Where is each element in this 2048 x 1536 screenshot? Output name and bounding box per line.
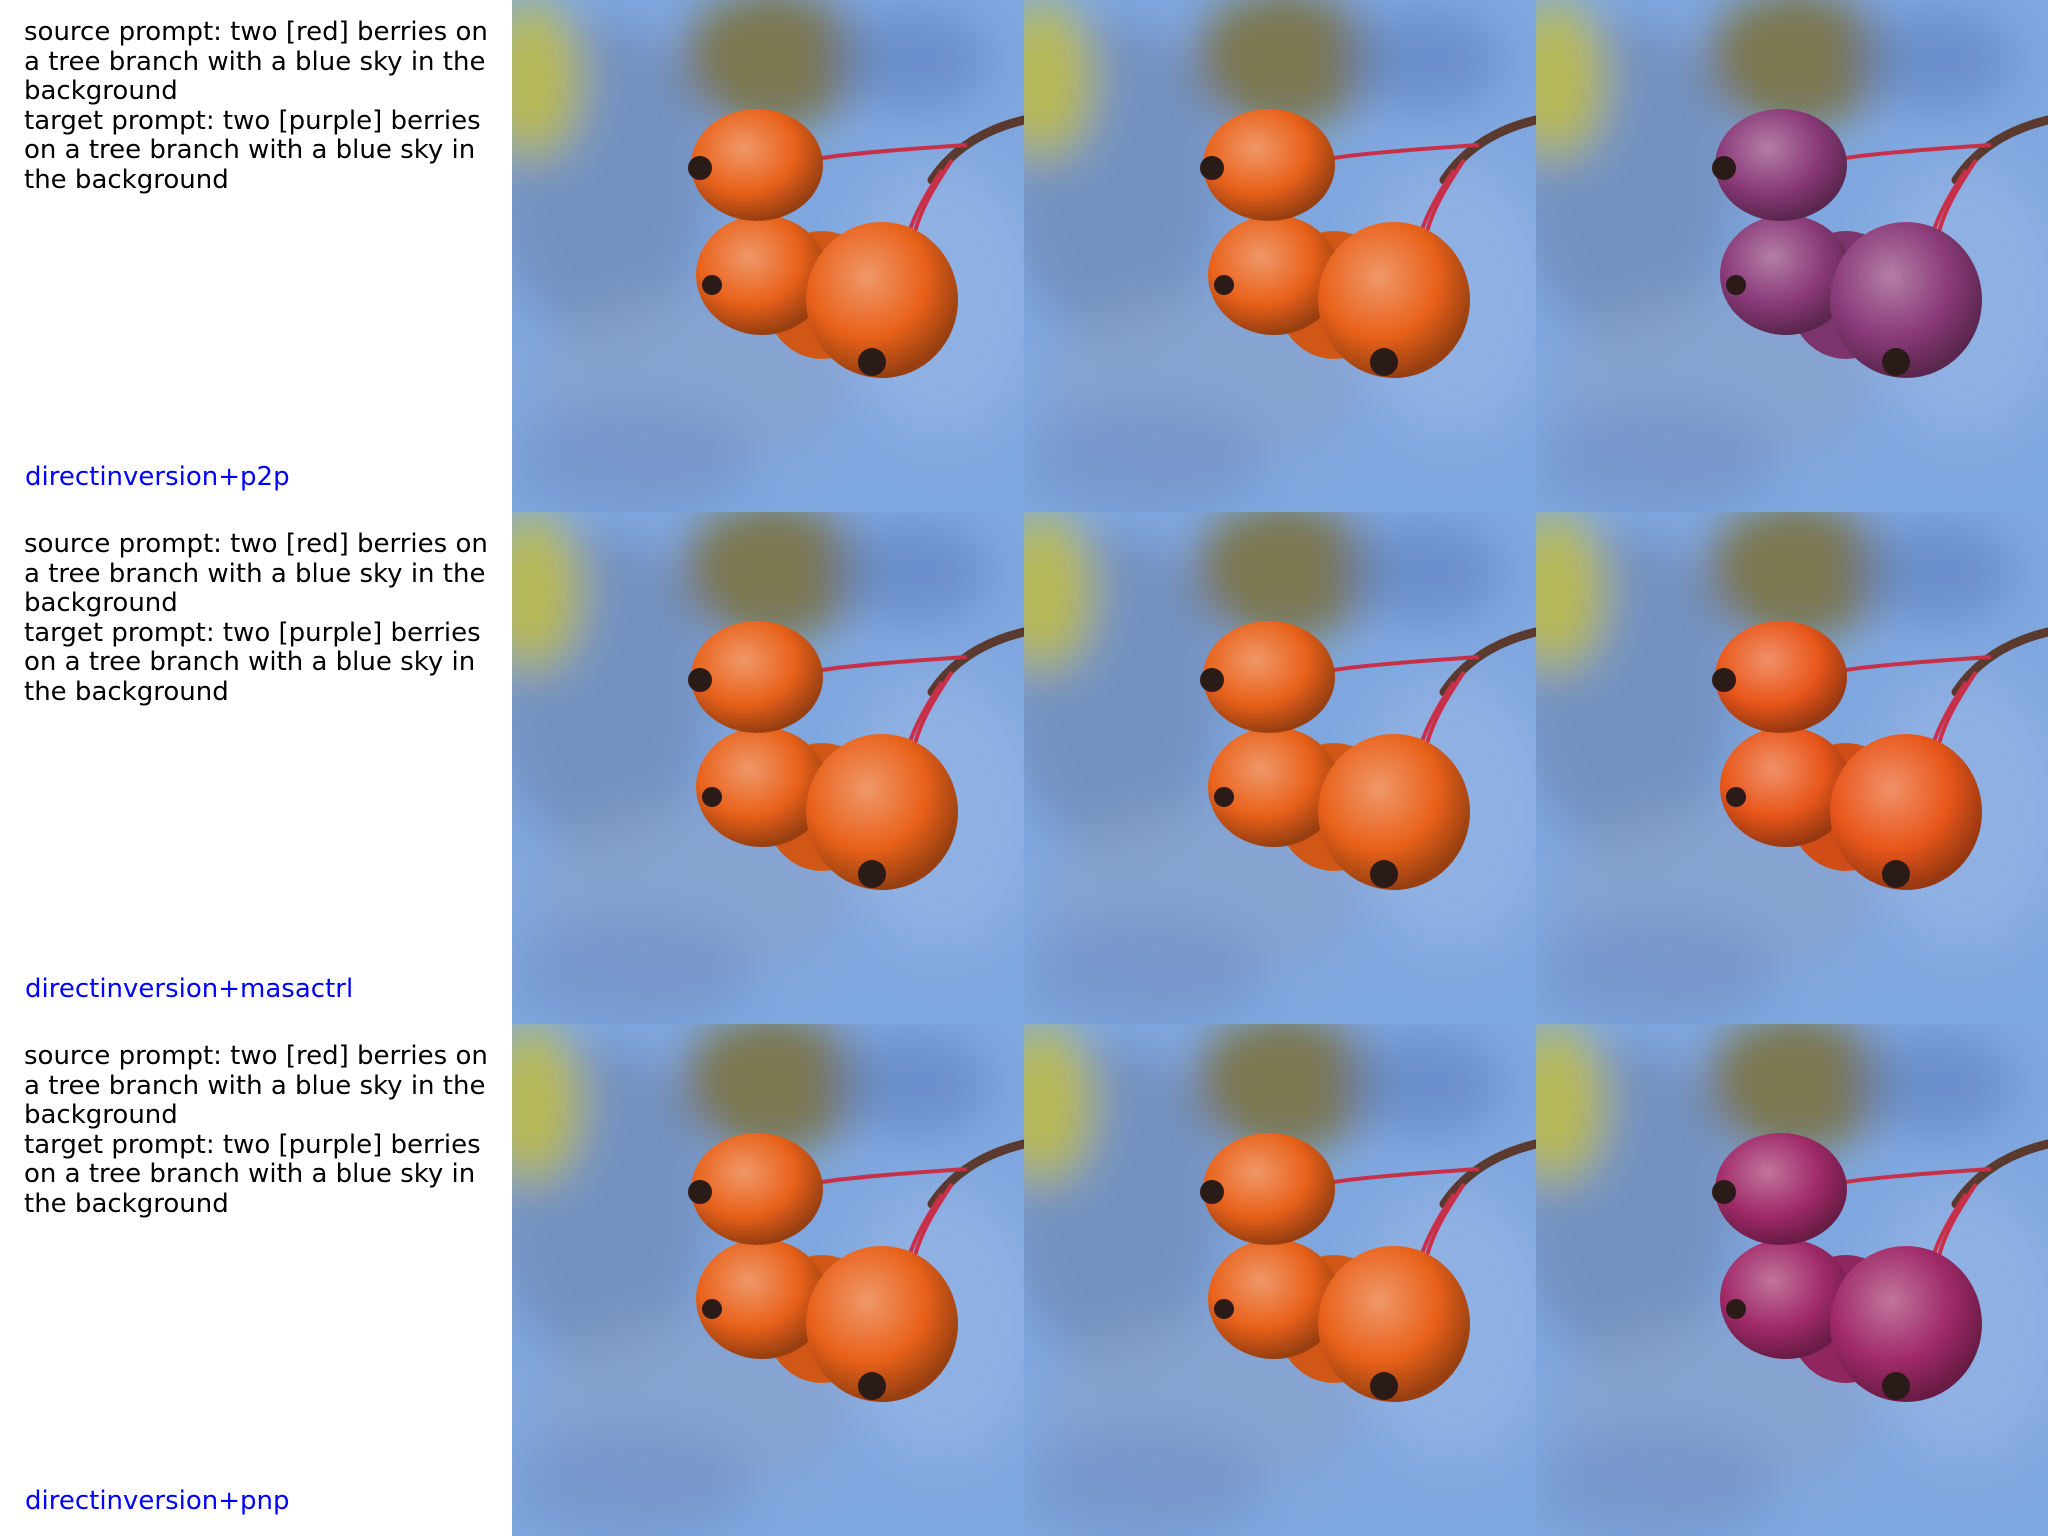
source-prompt: source prompt: two [red] berries on a tr… (24, 17, 497, 106)
edited-image (1536, 0, 2048, 512)
target-prompt: target prompt: two [purple] berries on a… (24, 105, 489, 195)
photo-graphic (1024, 0, 1536, 512)
photo-graphic (512, 512, 1024, 1024)
prompt-text: source prompt: two [red] berries on a tr… (24, 17, 508, 195)
source-prompt: source prompt: two [red] berries on a tr… (24, 529, 497, 618)
comparison-row: source prompt: two [red] berries on a tr… (0, 0, 2048, 512)
target-prompt: target prompt: two [purple] berries on a… (24, 1129, 489, 1219)
reconstructed-image (1024, 1024, 1536, 1536)
photo-graphic (1536, 0, 2048, 512)
source-image (512, 0, 1024, 512)
caption-panel: source prompt: two [red] berries on a tr… (0, 512, 512, 1024)
method-label: directinversion+p2p (25, 462, 290, 492)
prompt-text: source prompt: two [red] berries on a tr… (24, 529, 508, 707)
comparison-row: source prompt: two [red] berries on a tr… (0, 512, 2048, 1024)
method-label: directinversion+pnp (25, 1486, 290, 1516)
prompt-text: source prompt: two [red] berries on a tr… (24, 1041, 508, 1219)
photo-graphic (1024, 1024, 1536, 1536)
photo-graphic (1536, 512, 2048, 1024)
source-image (512, 512, 1024, 1024)
source-prompt: source prompt: two [red] berries on a tr… (24, 1041, 497, 1130)
target-prompt: target prompt: two [purple] berries on a… (24, 617, 489, 707)
photo-graphic (1024, 512, 1536, 1024)
method-label: directinversion+masactrl (25, 974, 354, 1004)
photo-graphic (512, 0, 1024, 512)
caption-panel: source prompt: two [red] berries on a tr… (0, 1024, 512, 1536)
caption-panel: source prompt: two [red] berries on a tr… (0, 0, 512, 512)
reconstructed-image (1024, 512, 1536, 1024)
edited-image (1536, 512, 2048, 1024)
source-image (512, 1024, 1024, 1536)
comparison-row: source prompt: two [red] berries on a tr… (0, 1024, 2048, 1536)
photo-graphic (512, 1024, 1024, 1536)
reconstructed-image (1024, 0, 1536, 512)
photo-graphic (1536, 1024, 2048, 1536)
edited-image (1536, 1024, 2048, 1536)
